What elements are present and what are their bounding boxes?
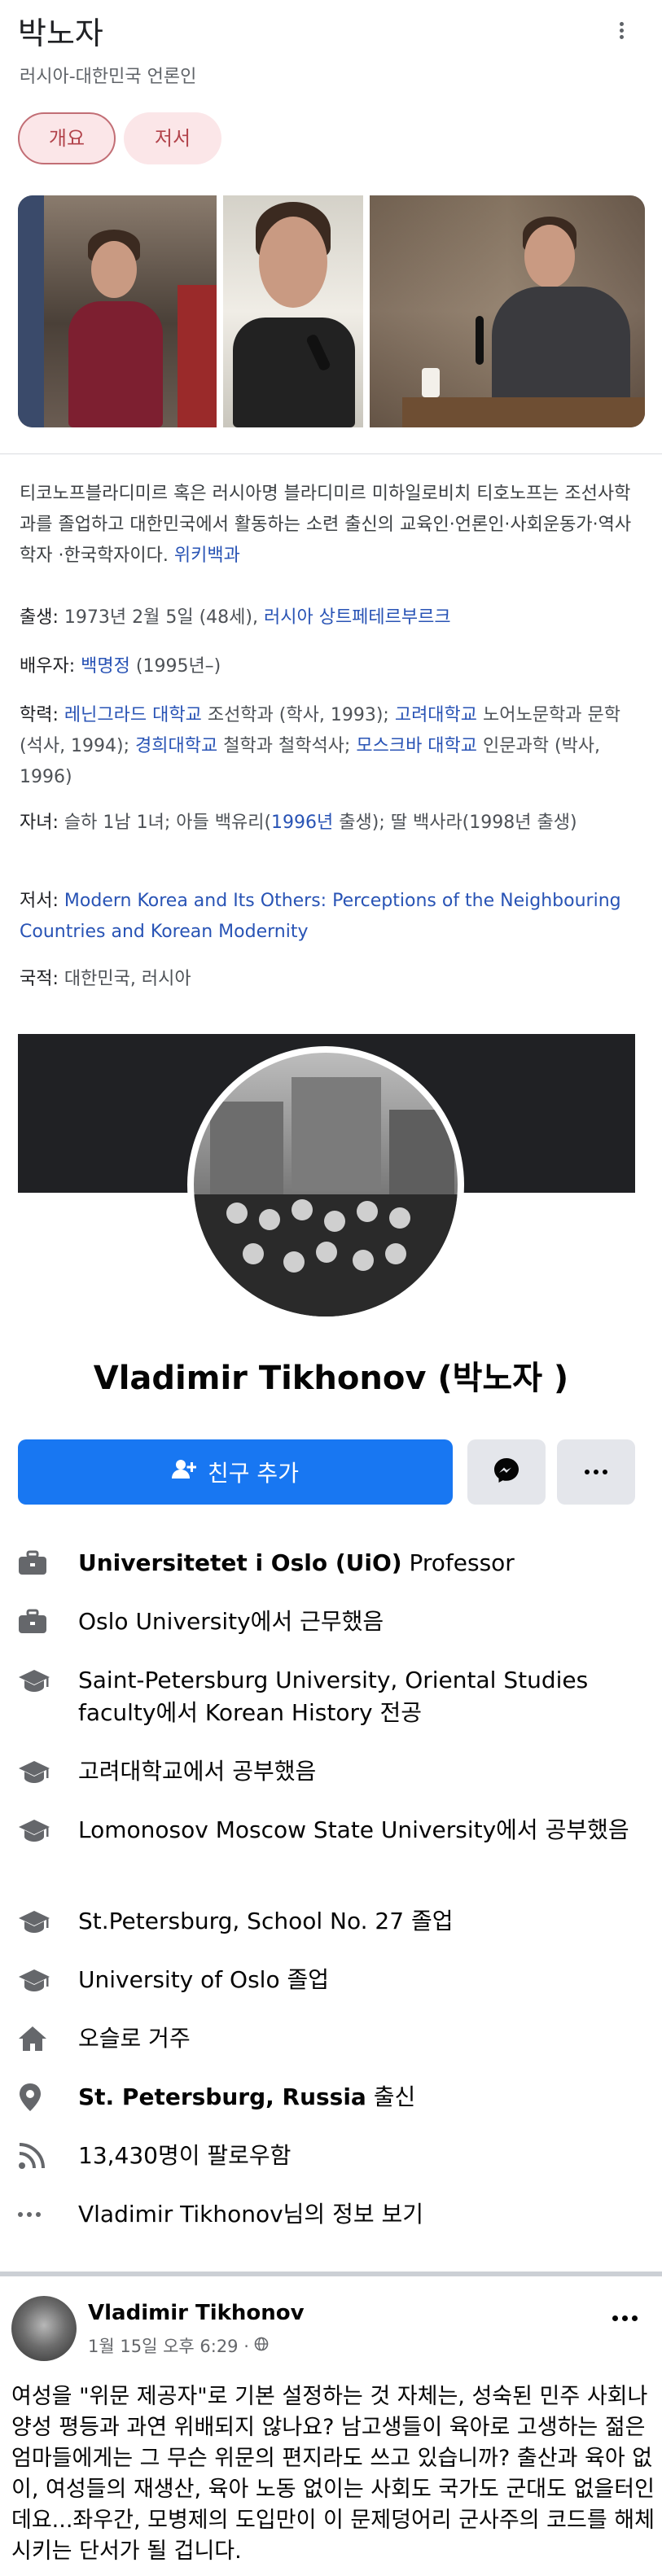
info-text: Oslo University에서 근무했음	[78, 1608, 384, 1635]
info-bold[interactable]: Universitetet i Oslo (UiO)	[78, 1549, 402, 1576]
info-text[interactable]: Vladimir Tikhonov님의 정보 보기	[78, 2198, 423, 2231]
info-row: 오슬로 거주	[18, 2022, 645, 2055]
info-text: 고려대학교에서 공부했음	[78, 1758, 317, 1785]
fact-value: 대한민국, 러시아	[64, 969, 191, 989]
globe-icon	[254, 2336, 269, 2355]
messenger-button[interactable]	[467, 1439, 546, 1505]
post-author-avatar[interactable]	[11, 2296, 77, 2361]
kp-title: 박노자	[18, 15, 103, 51]
divider	[0, 453, 662, 454]
info-text: Universitetet i Oslo (UiO) Professor	[78, 1547, 515, 1579]
kp-more-options-icon[interactable]	[616, 20, 626, 44]
info-row: University of Oslo 졸업	[18, 1964, 645, 1996]
info-value: Professor	[401, 1549, 515, 1576]
section-separator	[0, 2272, 662, 2276]
info-text: 오슬로 거주	[78, 2025, 191, 2052]
info-value: 출신	[366, 2083, 416, 2110]
wikipedia-link[interactable]: 위키백과	[174, 545, 240, 566]
photo-1[interactable]	[18, 195, 217, 427]
fact-label: 배우자:	[20, 656, 76, 677]
home-icon	[18, 2022, 60, 2055]
fact-value: 출생); 딸 백사라(1998년 출생)	[339, 813, 577, 833]
fact-children: 자녀: 슬하 1남 1녀; 아들 백유리(1996년 출생); 딸 백사라(19…	[20, 808, 638, 839]
info-row-see-about[interactable]: Vladimir Tikhonov님의 정보 보기	[18, 2198, 645, 2231]
tab-overview[interactable]: 개요	[18, 112, 116, 164]
fact-education: 학력: 레닌그라드 대학교 조선학과 (학사, 1993); 고려대학교 노어노…	[20, 700, 638, 793]
fact-nationality: 국적: 대한민국, 러시아	[20, 964, 638, 995]
fact-value: 슬하 1남 1녀; 아들 백유리(	[64, 813, 272, 833]
add-friend-icon	[172, 1459, 197, 1486]
briefcase-icon	[18, 1606, 60, 1638]
fact-label: 국적:	[20, 969, 59, 989]
fact-value: 1973년 2월 5일 (48세),	[64, 607, 258, 628]
info-text: University of Oslo 졸업	[78, 1966, 329, 1993]
birthplace-link[interactable]: 러시아 상트페테르부르크	[264, 607, 451, 628]
info-row: St. Petersburg, Russia 출신	[18, 2081, 645, 2114]
info-row: 13,430명이 팔로우함	[18, 2140, 645, 2172]
post-body: 여성을 "위문 제공자"로 기본 설정하는 것 자체는, 성숙된 민주 사회나 …	[11, 2384, 655, 2564]
graduation-cap-icon	[18, 1755, 60, 1788]
info-row: Universitetet i Oslo (UiO) Professor	[18, 1547, 645, 1579]
year-link[interactable]: 1996년	[271, 813, 333, 833]
fact-value: 철학과 철학석사;	[223, 736, 351, 756]
fact-value: 조선학과 (학사, 1993);	[207, 705, 389, 725]
rss-icon	[18, 2140, 60, 2172]
graduation-cap-icon	[18, 1664, 60, 1697]
school-link[interactable]: 경희대학교	[135, 736, 217, 756]
description-text: 티코노프블라디미르 혹은 러시아명 블라디미르 미하일로비치 티호노프는 조선사…	[20, 484, 632, 566]
fact-label: 출생:	[20, 607, 59, 628]
graduation-cap-icon	[18, 1814, 60, 1847]
info-text: St.Petersburg, School No. 27 졸업	[78, 1908, 454, 1934]
info-bold[interactable]: St. Petersburg, Russia	[78, 2083, 366, 2110]
location-pin-icon	[18, 2081, 60, 2114]
info-row: St.Petersburg, School No. 27 졸업	[18, 1905, 645, 1938]
graduation-cap-icon	[18, 1964, 60, 1996]
more-dots-icon	[612, 2315, 638, 2321]
book-link[interactable]: Modern Korea and Its Others: Perceptions…	[20, 891, 621, 942]
briefcase-icon	[18, 1547, 60, 1579]
info-row: Oslo University에서 근무했음	[18, 1606, 645, 1638]
messenger-icon	[493, 1457, 520, 1487]
info-row: Saint-Petersburg University, Oriental St…	[18, 1664, 645, 1729]
post-meta: 1월 15일 오후 6:29 ·	[88, 2333, 269, 2358]
info-text: Lomonosov Moscow State University에서 공부했음	[78, 1816, 629, 1843]
add-friend-label: 친구 추가	[208, 1460, 299, 1487]
graduation-cap-icon	[18, 1905, 60, 1938]
post-more-options-button[interactable]	[612, 2315, 638, 2321]
school-link[interactable]: 모스크바 대학교	[356, 736, 477, 756]
info-text: St. Petersburg, Russia 출신	[78, 2081, 415, 2114]
info-text: Saint-Petersburg University, Oriental St…	[78, 1667, 589, 1726]
info-row: 고려대학교에서 공부했음	[18, 1755, 645, 1788]
image-strip[interactable]	[18, 195, 645, 427]
fact-spouse: 배우자: 백명정 (1995년–)	[20, 651, 638, 682]
school-link[interactable]: 레닌그라드 대학교	[64, 705, 202, 725]
kp-description: 티코노프블라디미르 혹은 러시아명 블라디미르 미하일로비치 티호노프는 조선사…	[20, 479, 638, 572]
profile-picture[interactable]	[187, 1046, 464, 1323]
fact-label: 자녀:	[20, 813, 59, 833]
fact-books: 저서: Modern Korea and Its Others: Percept…	[20, 886, 638, 948]
spouse-link[interactable]: 백명정	[81, 656, 130, 677]
post-timestamp[interactable]: 1월 15일 오후 6:29 ·	[88, 2333, 249, 2358]
more-options-button[interactable]	[557, 1439, 635, 1505]
profile-name: Vladimir Tikhonov (박노자 )	[93, 1360, 569, 1397]
fact-value: (1995년–)	[135, 656, 221, 677]
fact-born: 출생: 1973년 2월 5일 (48세), 러시아 상트페테르부르크	[20, 602, 638, 633]
add-friend-button[interactable]: 친구 추가	[18, 1439, 453, 1505]
info-row: Lomonosov Moscow State University에서 공부했음	[18, 1814, 645, 1847]
more-dots-icon	[585, 1470, 607, 1474]
tab-books[interactable]: 저서	[124, 112, 221, 164]
info-text: 13,430명이 팔로우함	[78, 2142, 292, 2169]
fact-label: 저서:	[20, 891, 59, 911]
kp-subtitle: 러시아-대한민국 언론인	[20, 67, 197, 87]
photo-2[interactable]	[223, 195, 363, 427]
photo-3[interactable]	[370, 195, 645, 427]
more-dots-icon	[18, 2198, 60, 2231]
fact-label: 학력:	[20, 705, 59, 725]
school-link[interactable]: 고려대학교	[395, 705, 477, 725]
post-author-name[interactable]: Vladimir Tikhonov	[88, 2301, 305, 2325]
